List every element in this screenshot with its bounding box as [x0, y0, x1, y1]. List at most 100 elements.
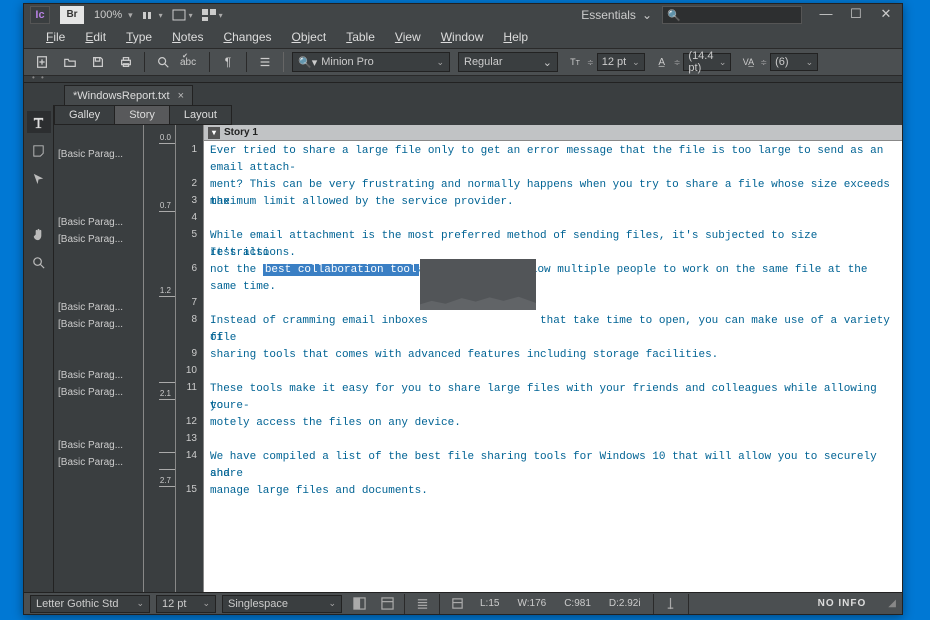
lines-icon[interactable] [255, 52, 275, 72]
menu-object[interactable]: Object [282, 27, 337, 47]
story-text-column[interactable]: ▾ Story 1 Ever tried to share a large fi… [204, 125, 902, 610]
paragraph-style-label[interactable]: [Basic Parag... [58, 440, 123, 451]
disclosure-triangle-icon[interactable]: ▾ [208, 127, 220, 139]
view-toggle-b-icon[interactable] [376, 595, 398, 613]
position-tool[interactable] [27, 167, 51, 189]
font-size-control[interactable]: TT ≑ 12 pt⌄ [566, 53, 645, 71]
paragraph-style-label[interactable]: [Basic Parag... [58, 370, 123, 381]
print-icon[interactable] [116, 52, 136, 72]
menu-file[interactable]: File [36, 27, 75, 47]
text-line[interactable]: not the best collaboration toolas it doe… [210, 262, 896, 279]
eyedropper-tool[interactable] [27, 195, 51, 217]
bridge-badge[interactable]: Br [60, 6, 84, 24]
text-line[interactable]: While email attachment is the most prefe… [210, 228, 896, 245]
type-tool[interactable] [27, 111, 51, 133]
text-line[interactable]: These tools make it easy for you to shar… [210, 381, 896, 398]
stepper-icon[interactable]: ≑ [587, 58, 594, 67]
minimize-button[interactable]: — [816, 7, 836, 23]
status-font-select[interactable]: Letter Gothic Std⌄ [30, 595, 150, 613]
document-tab[interactable]: *WindowsReport.txt × [64, 85, 193, 105]
text-line[interactable]: and [210, 466, 896, 483]
story-editor: [Basic Parag... [Basic Parag... [Basic Par… [54, 125, 902, 610]
paragraph-style-label[interactable]: [Basic Parag... [58, 234, 123, 245]
kerning-control[interactable]: VA̲ ≑ (6)⌄ [739, 53, 818, 71]
text-line[interactable]: email attach- [210, 160, 896, 177]
paragraph-style-label[interactable]: [Basic Parag... [58, 319, 123, 330]
text-line[interactable]: maximum limit allowed by the service pro… [210, 194, 896, 211]
menu-edit[interactable]: Edit [75, 27, 116, 47]
close-icon[interactable]: × [178, 90, 184, 102]
copyfit-icon[interactable] [660, 595, 682, 613]
menu-window[interactable]: Window [431, 27, 494, 47]
new-doc-icon[interactable] [32, 52, 52, 72]
maximize-button[interactable]: ☐ [846, 7, 866, 23]
text-line[interactable]: It's also [210, 245, 896, 262]
menu-changes[interactable]: Changes [213, 27, 281, 47]
tab-layout[interactable]: Layout [169, 105, 232, 125]
menu-type[interactable]: Type [116, 27, 162, 47]
screen-mode-icon[interactable]: ▾ [171, 6, 193, 24]
find-icon[interactable] [153, 52, 173, 72]
paragraph-style-label[interactable]: [Basic Parag... [58, 387, 123, 398]
menu-notes[interactable]: Notes [162, 27, 213, 47]
text-line[interactable]: Instead of cramming email inboxes that t… [210, 313, 896, 330]
story-header[interactable]: ▾ Story 1 [204, 125, 902, 141]
document-title: *WindowsReport.txt [73, 90, 170, 102]
stepper-icon[interactable]: ≑ [760, 58, 767, 67]
menu-help[interactable]: Help [493, 27, 538, 47]
menu-table[interactable]: Table [336, 27, 385, 47]
pilcrow-icon[interactable]: ¶ [218, 52, 238, 72]
status-bar: Letter Gothic Std⌄ 12 pt⌄ Singlespace⌄ L… [24, 592, 902, 614]
text-line[interactable]: file [210, 330, 896, 347]
stepper-icon[interactable]: ≑ [674, 58, 681, 67]
paragraph-style-label[interactable]: [Basic Parag... [58, 302, 123, 313]
hand-tool[interactable] [27, 223, 51, 245]
line-number: 13 [176, 430, 203, 447]
leading-control[interactable]: A̲ ≑ (14.4 pt)⌄ [653, 53, 732, 71]
text-line[interactable]: sharing tools that comes with advanced f… [210, 347, 896, 364]
menu-view[interactable]: View [385, 27, 431, 47]
tab-story[interactable]: Story [114, 105, 170, 125]
search-input[interactable]: 🔍 [662, 6, 802, 24]
paragraph-style-label[interactable]: [Basic Parag... [58, 149, 123, 160]
open-icon[interactable] [60, 52, 80, 72]
text-line[interactable]: same time. [210, 279, 896, 296]
story-text[interactable]: Ever tried to share a large file only to… [204, 141, 902, 502]
text-line[interactable] [210, 211, 896, 228]
text-line[interactable] [210, 432, 896, 449]
text-line[interactable]: to re- [210, 398, 896, 415]
tab-galley[interactable]: Galley [54, 105, 115, 125]
workspace-select[interactable]: Essentials ⌄ [581, 8, 652, 22]
justify-icon[interactable] [411, 595, 433, 613]
paragraph-style-label[interactable]: [Basic Parag... [58, 457, 123, 468]
view-options-icon[interactable]: ▾ [141, 6, 163, 24]
spellcheck-icon[interactable]: abc✔ [181, 52, 201, 72]
close-button[interactable]: ✕ [876, 7, 896, 23]
kerning-value: (6) [775, 56, 788, 68]
font-style-select[interactable]: Regular ⌄ [458, 52, 558, 72]
hyperlink-highlight[interactable]: best collaboration tool [263, 264, 419, 276]
status-info: NO INFO [808, 598, 877, 609]
app-logo: Ic [30, 6, 50, 24]
text-line[interactable]: We have compiled a list of the best file… [210, 449, 896, 466]
info-stats-icon[interactable] [446, 595, 468, 613]
zoom-select[interactable]: 100% ▾ [94, 9, 133, 21]
arrange-docs-icon[interactable]: ▾ [201, 6, 223, 24]
text-line[interactable]: ment? This can be very frustrating and n… [210, 177, 896, 194]
text-line[interactable] [210, 364, 896, 381]
save-icon[interactable] [88, 52, 108, 72]
status-spacing-select[interactable]: Singlespace⌄ [222, 595, 342, 613]
font-family-select[interactable]: 🔍▾ Minion Pro ⌄ [292, 52, 450, 72]
text-line[interactable]: manage large files and documents. [210, 483, 896, 500]
story-title: Story 1 [224, 127, 258, 138]
text-line[interactable]: Ever tried to share a large file only to… [210, 143, 896, 160]
text-line[interactable] [210, 296, 896, 313]
resize-grip-icon[interactable]: ◢ [888, 598, 896, 609]
panel-grip[interactable] [24, 76, 902, 83]
paragraph-style-label[interactable]: [Basic Parag... [58, 217, 123, 228]
view-toggle-a-icon[interactable] [348, 595, 370, 613]
zoom-tool[interactable] [27, 251, 51, 273]
note-tool[interactable] [27, 139, 51, 161]
text-line[interactable]: motely access the files on any device. [210, 415, 896, 432]
status-size-select[interactable]: 12 pt⌄ [156, 595, 216, 613]
